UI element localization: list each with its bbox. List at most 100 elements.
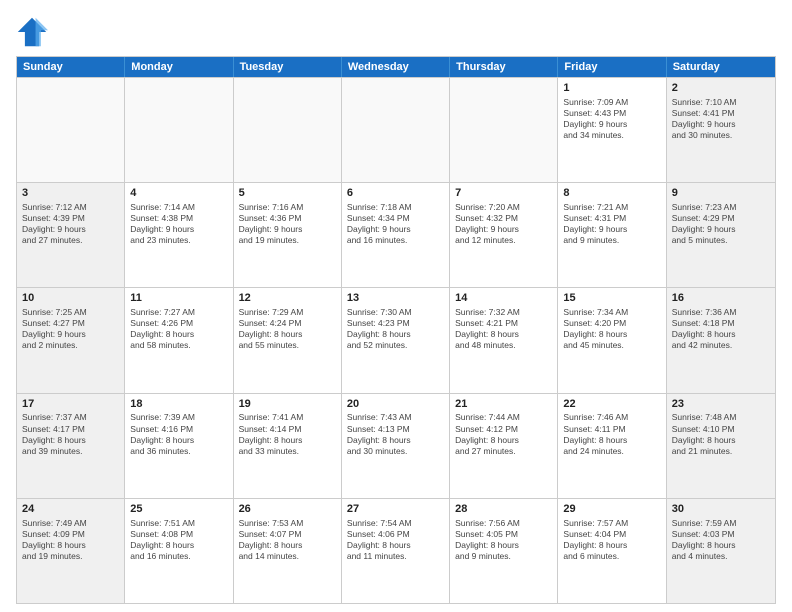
day-number: 3	[22, 186, 119, 201]
cal-cell-r1-c1: 4Sunrise: 7:14 AM Sunset: 4:38 PM Daylig…	[125, 183, 233, 287]
day-number: 22	[563, 397, 660, 412]
day-number: 4	[130, 186, 227, 201]
day-info: Sunrise: 7:30 AM Sunset: 4:23 PM Dayligh…	[347, 307, 444, 351]
day-info: Sunrise: 7:32 AM Sunset: 4:21 PM Dayligh…	[455, 307, 552, 351]
calendar-row-2: 10Sunrise: 7:25 AM Sunset: 4:27 PM Dayli…	[17, 287, 775, 392]
day-number: 23	[672, 397, 770, 412]
day-number: 21	[455, 397, 552, 412]
header-day-wednesday: Wednesday	[342, 57, 450, 77]
day-info: Sunrise: 7:51 AM Sunset: 4:08 PM Dayligh…	[130, 518, 227, 562]
header-day-sunday: Sunday	[17, 57, 125, 77]
day-info: Sunrise: 7:49 AM Sunset: 4:09 PM Dayligh…	[22, 518, 119, 562]
cal-cell-r2-c5: 15Sunrise: 7:34 AM Sunset: 4:20 PM Dayli…	[558, 288, 666, 392]
cal-cell-r3-c6: 23Sunrise: 7:48 AM Sunset: 4:10 PM Dayli…	[667, 394, 775, 498]
day-number: 24	[22, 502, 119, 517]
day-info: Sunrise: 7:23 AM Sunset: 4:29 PM Dayligh…	[672, 202, 770, 246]
day-number: 9	[672, 186, 770, 201]
day-info: Sunrise: 7:48 AM Sunset: 4:10 PM Dayligh…	[672, 412, 770, 456]
day-number: 10	[22, 291, 119, 306]
cal-cell-r2-c1: 11Sunrise: 7:27 AM Sunset: 4:26 PM Dayli…	[125, 288, 233, 392]
day-number: 6	[347, 186, 444, 201]
day-number: 26	[239, 502, 336, 517]
day-info: Sunrise: 7:53 AM Sunset: 4:07 PM Dayligh…	[239, 518, 336, 562]
cal-cell-r3-c5: 22Sunrise: 7:46 AM Sunset: 4:11 PM Dayli…	[558, 394, 666, 498]
cal-cell-r4-c0: 24Sunrise: 7:49 AM Sunset: 4:09 PM Dayli…	[17, 499, 125, 603]
cal-cell-r2-c0: 10Sunrise: 7:25 AM Sunset: 4:27 PM Dayli…	[17, 288, 125, 392]
cal-cell-r0-c0	[17, 78, 125, 182]
day-info: Sunrise: 7:36 AM Sunset: 4:18 PM Dayligh…	[672, 307, 770, 351]
day-info: Sunrise: 7:44 AM Sunset: 4:12 PM Dayligh…	[455, 412, 552, 456]
day-info: Sunrise: 7:39 AM Sunset: 4:16 PM Dayligh…	[130, 412, 227, 456]
day-info: Sunrise: 7:34 AM Sunset: 4:20 PM Dayligh…	[563, 307, 660, 351]
cal-cell-r1-c3: 6Sunrise: 7:18 AM Sunset: 4:34 PM Daylig…	[342, 183, 450, 287]
logo-icon	[16, 16, 48, 48]
header-day-tuesday: Tuesday	[234, 57, 342, 77]
day-info: Sunrise: 7:43 AM Sunset: 4:13 PM Dayligh…	[347, 412, 444, 456]
day-number: 12	[239, 291, 336, 306]
header-day-monday: Monday	[125, 57, 233, 77]
cal-cell-r3-c2: 19Sunrise: 7:41 AM Sunset: 4:14 PM Dayli…	[234, 394, 342, 498]
day-info: Sunrise: 7:54 AM Sunset: 4:06 PM Dayligh…	[347, 518, 444, 562]
day-number: 1	[563, 81, 660, 96]
day-number: 2	[672, 81, 770, 96]
cal-cell-r0-c1	[125, 78, 233, 182]
cal-cell-r0-c4	[450, 78, 558, 182]
day-info: Sunrise: 7:46 AM Sunset: 4:11 PM Dayligh…	[563, 412, 660, 456]
cal-cell-r0-c6: 2Sunrise: 7:10 AM Sunset: 4:41 PM Daylig…	[667, 78, 775, 182]
cal-cell-r2-c4: 14Sunrise: 7:32 AM Sunset: 4:21 PM Dayli…	[450, 288, 558, 392]
day-number: 15	[563, 291, 660, 306]
day-number: 25	[130, 502, 227, 517]
calendar-row-1: 3Sunrise: 7:12 AM Sunset: 4:39 PM Daylig…	[17, 182, 775, 287]
cal-cell-r3-c3: 20Sunrise: 7:43 AM Sunset: 4:13 PM Dayli…	[342, 394, 450, 498]
calendar-header: SundayMondayTuesdayWednesdayThursdayFrid…	[17, 57, 775, 77]
cal-cell-r3-c0: 17Sunrise: 7:37 AM Sunset: 4:17 PM Dayli…	[17, 394, 125, 498]
day-number: 16	[672, 291, 770, 306]
calendar-row-0: 1Sunrise: 7:09 AM Sunset: 4:43 PM Daylig…	[17, 77, 775, 182]
calendar: SundayMondayTuesdayWednesdayThursdayFrid…	[16, 56, 776, 604]
cal-cell-r1-c2: 5Sunrise: 7:16 AM Sunset: 4:36 PM Daylig…	[234, 183, 342, 287]
day-info: Sunrise: 7:20 AM Sunset: 4:32 PM Dayligh…	[455, 202, 552, 246]
day-info: Sunrise: 7:41 AM Sunset: 4:14 PM Dayligh…	[239, 412, 336, 456]
cal-cell-r2-c6: 16Sunrise: 7:36 AM Sunset: 4:18 PM Dayli…	[667, 288, 775, 392]
day-info: Sunrise: 7:14 AM Sunset: 4:38 PM Dayligh…	[130, 202, 227, 246]
day-info: Sunrise: 7:18 AM Sunset: 4:34 PM Dayligh…	[347, 202, 444, 246]
day-info: Sunrise: 7:27 AM Sunset: 4:26 PM Dayligh…	[130, 307, 227, 351]
page: SundayMondayTuesdayWednesdayThursdayFrid…	[0, 0, 792, 612]
day-number: 14	[455, 291, 552, 306]
day-number: 18	[130, 397, 227, 412]
header-day-friday: Friday	[558, 57, 666, 77]
cal-cell-r3-c1: 18Sunrise: 7:39 AM Sunset: 4:16 PM Dayli…	[125, 394, 233, 498]
cal-cell-r1-c6: 9Sunrise: 7:23 AM Sunset: 4:29 PM Daylig…	[667, 183, 775, 287]
day-number: 20	[347, 397, 444, 412]
calendar-body: 1Sunrise: 7:09 AM Sunset: 4:43 PM Daylig…	[17, 77, 775, 603]
day-number: 8	[563, 186, 660, 201]
header	[16, 16, 776, 48]
cal-cell-r4-c2: 26Sunrise: 7:53 AM Sunset: 4:07 PM Dayli…	[234, 499, 342, 603]
day-number: 7	[455, 186, 552, 201]
cal-cell-r4-c6: 30Sunrise: 7:59 AM Sunset: 4:03 PM Dayli…	[667, 499, 775, 603]
cal-cell-r0-c5: 1Sunrise: 7:09 AM Sunset: 4:43 PM Daylig…	[558, 78, 666, 182]
cal-cell-r1-c5: 8Sunrise: 7:21 AM Sunset: 4:31 PM Daylig…	[558, 183, 666, 287]
day-number: 30	[672, 502, 770, 517]
cal-cell-r4-c1: 25Sunrise: 7:51 AM Sunset: 4:08 PM Dayli…	[125, 499, 233, 603]
day-number: 13	[347, 291, 444, 306]
calendar-row-3: 17Sunrise: 7:37 AM Sunset: 4:17 PM Dayli…	[17, 393, 775, 498]
cal-cell-r0-c2	[234, 78, 342, 182]
day-info: Sunrise: 7:12 AM Sunset: 4:39 PM Dayligh…	[22, 202, 119, 246]
day-number: 29	[563, 502, 660, 517]
day-info: Sunrise: 7:10 AM Sunset: 4:41 PM Dayligh…	[672, 97, 770, 141]
cal-cell-r4-c4: 28Sunrise: 7:56 AM Sunset: 4:05 PM Dayli…	[450, 499, 558, 603]
day-number: 27	[347, 502, 444, 517]
day-number: 5	[239, 186, 336, 201]
cal-cell-r1-c4: 7Sunrise: 7:20 AM Sunset: 4:32 PM Daylig…	[450, 183, 558, 287]
cal-cell-r0-c3	[342, 78, 450, 182]
cal-cell-r2-c3: 13Sunrise: 7:30 AM Sunset: 4:23 PM Dayli…	[342, 288, 450, 392]
day-info: Sunrise: 7:59 AM Sunset: 4:03 PM Dayligh…	[672, 518, 770, 562]
logo	[16, 16, 52, 48]
header-day-thursday: Thursday	[450, 57, 558, 77]
calendar-row-4: 24Sunrise: 7:49 AM Sunset: 4:09 PM Dayli…	[17, 498, 775, 603]
day-number: 11	[130, 291, 227, 306]
day-number: 28	[455, 502, 552, 517]
day-info: Sunrise: 7:29 AM Sunset: 4:24 PM Dayligh…	[239, 307, 336, 351]
day-info: Sunrise: 7:09 AM Sunset: 4:43 PM Dayligh…	[563, 97, 660, 141]
